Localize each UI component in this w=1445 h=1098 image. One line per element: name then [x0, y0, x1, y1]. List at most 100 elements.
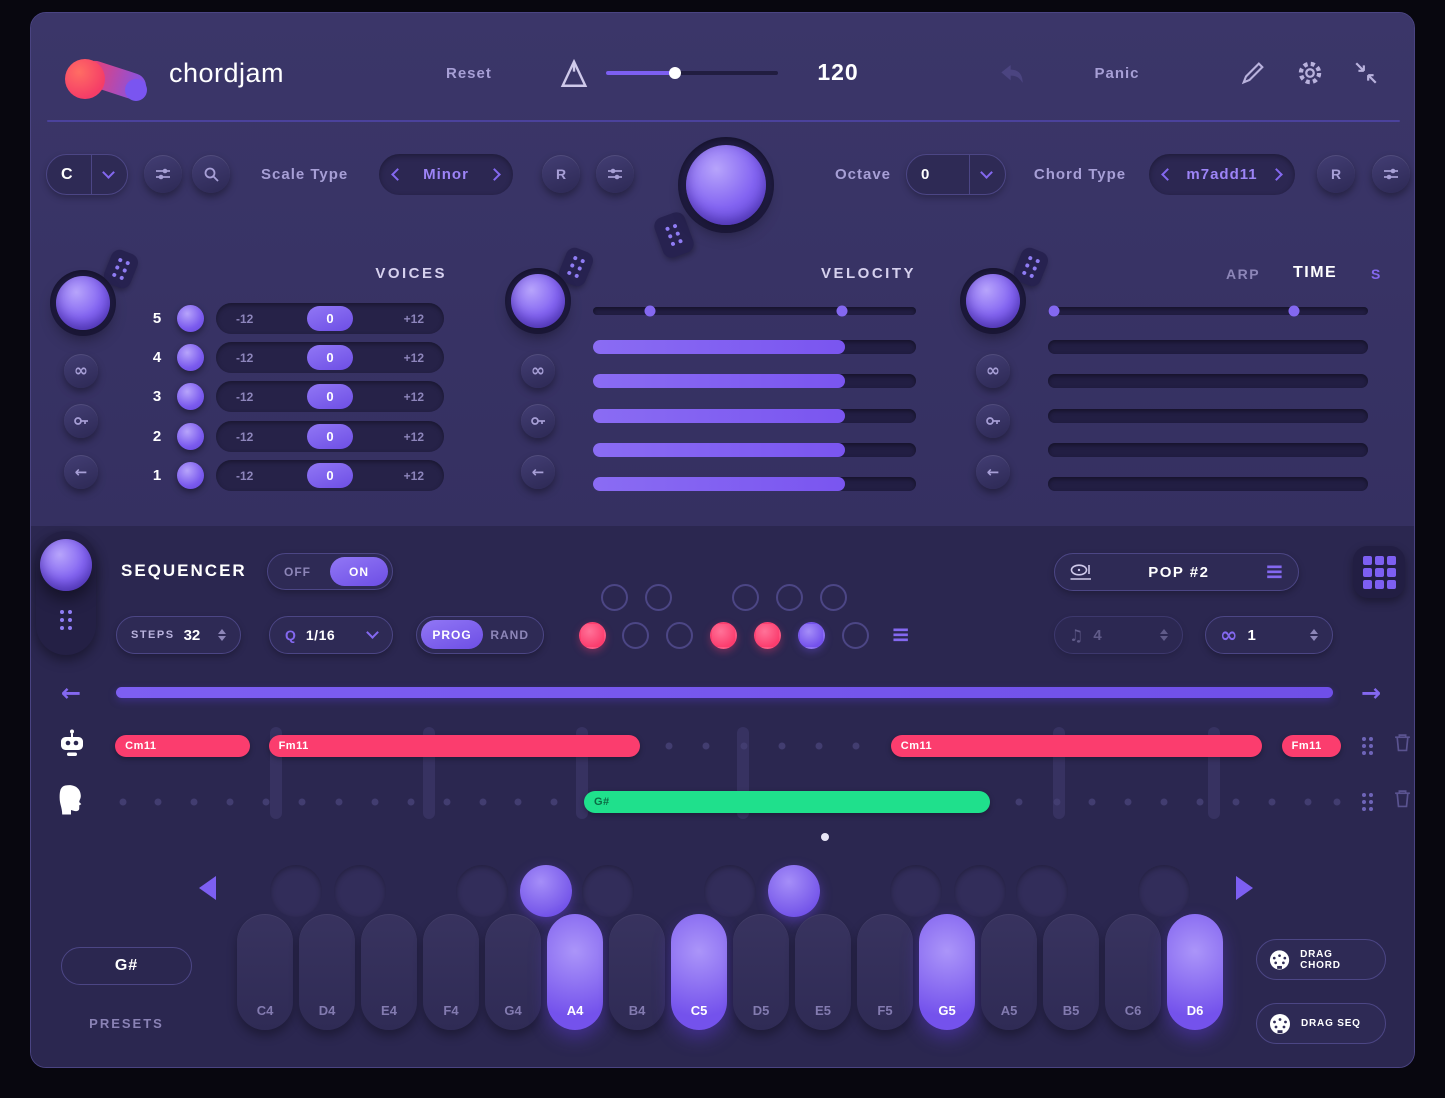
scale-search-button[interactable] — [192, 155, 230, 193]
scale-select[interactable]: Minor — [379, 154, 513, 195]
stepper-icon[interactable] — [1160, 629, 1168, 641]
pattern-step[interactable] — [820, 584, 847, 611]
chevron-left-icon[interactable] — [1161, 168, 1174, 181]
voice-transpose[interactable]: -12 0 +12 — [216, 342, 444, 373]
sequencer-toggle[interactable]: OFF ON — [267, 553, 393, 590]
empty-step-dot[interactable] — [1197, 799, 1204, 806]
piano-key[interactable]: D4 — [299, 914, 355, 1030]
sequencer-knob-ball[interactable] — [40, 539, 92, 591]
sequence-block[interactable]: Cm11 — [891, 735, 1262, 757]
empty-step-dot[interactable] — [1053, 799, 1060, 806]
stepper-icon[interactable] — [1310, 629, 1318, 641]
velocity-reset-icon[interactable]: ← — [521, 455, 555, 489]
arp-bar[interactable] — [1048, 477, 1368, 491]
piano-key[interactable]: F5 — [857, 914, 913, 1030]
black-key-pad[interactable] — [456, 865, 508, 917]
voice-toggle[interactable] — [177, 383, 204, 410]
voices-knob-ball[interactable] — [56, 276, 110, 330]
drag-seq-button[interactable]: DRAG SEQ — [1256, 1003, 1386, 1044]
black-key-pad[interactable] — [768, 865, 820, 917]
tab-time[interactable]: TIME — [1293, 264, 1337, 282]
voices-lock-button[interactable] — [64, 404, 98, 438]
undo-icon[interactable] — [996, 59, 1028, 96]
voice-transpose[interactable]: -12 0 +12 — [216, 381, 444, 412]
chord-random-button[interactable]: R — [1317, 155, 1355, 193]
toggle-off-label[interactable]: OFF — [284, 565, 311, 579]
chord-type-select[interactable]: m7add11 — [1149, 154, 1295, 195]
arp-bar[interactable] — [1048, 409, 1368, 423]
empty-step-dot[interactable] — [515, 799, 522, 806]
sequencer-knob-handle[interactable] — [60, 610, 72, 630]
empty-step-dot[interactable] — [1161, 799, 1168, 806]
black-key-pad[interactable] — [890, 865, 942, 917]
gear-icon[interactable] — [1295, 58, 1325, 93]
scale-settings-button[interactable] — [144, 155, 182, 193]
pattern-step[interactable] — [622, 622, 649, 649]
arp-lock-button[interactable] — [976, 404, 1010, 438]
piano-key[interactable]: A5 — [981, 914, 1037, 1030]
pattern-step[interactable] — [776, 584, 803, 611]
voice-toggle[interactable] — [177, 305, 204, 332]
velocity-bar[interactable] — [593, 477, 916, 491]
empty-step-dot[interactable] — [778, 743, 785, 750]
timeline-right-arrow[interactable]: → — [1361, 679, 1381, 707]
piano-key[interactable]: E5 — [795, 914, 851, 1030]
drag-chord-button[interactable]: DRAG CHORD — [1256, 939, 1386, 980]
preset-select[interactable]: POP #2 ≡ — [1054, 553, 1299, 591]
sequence-block[interactable]: Cm11 — [115, 735, 250, 757]
tab-s[interactable]: S — [1371, 266, 1382, 282]
black-key-pad[interactable] — [704, 865, 756, 917]
tempo-slider-thumb[interactable] — [669, 67, 681, 79]
velocity-bar[interactable] — [593, 409, 916, 423]
empty-step-dot[interactable] — [1232, 799, 1239, 806]
pattern-step[interactable] — [798, 622, 825, 649]
empty-step-dot[interactable] — [191, 799, 198, 806]
velocity-latch-icon[interactable]: ∞ — [521, 354, 555, 388]
black-key-pad[interactable] — [270, 865, 322, 917]
empty-step-dot[interactable] — [119, 799, 126, 806]
black-key-pad[interactable] — [1016, 865, 1068, 917]
empty-step-dot[interactable] — [1089, 799, 1096, 806]
piano-key[interactable]: D6 — [1167, 914, 1223, 1030]
pattern-step[interactable] — [666, 622, 693, 649]
range-dot-low[interactable] — [644, 306, 655, 317]
empty-step-dot[interactable] — [703, 743, 710, 750]
collapse-icon[interactable] — [1353, 60, 1379, 91]
rand-label[interactable]: RAND — [490, 628, 529, 642]
stepper-icon[interactable] — [218, 629, 226, 641]
voices-reset-icon[interactable]: ← — [64, 455, 98, 489]
scale-adjust-button[interactable] — [596, 155, 634, 193]
range-dot-low[interactable] — [1049, 306, 1060, 317]
piano-key[interactable]: E4 — [361, 914, 417, 1030]
presets-label[interactable]: PRESETS — [61, 1016, 192, 1031]
trash-icon[interactable] — [1394, 789, 1411, 813]
note-repeat-stepper[interactable]: ♫ 4 — [1054, 616, 1183, 654]
chord-adjust-button[interactable] — [1372, 155, 1410, 193]
empty-step-dot[interactable] — [371, 799, 378, 806]
arp-bar[interactable] — [1048, 443, 1368, 457]
empty-step-dot[interactable] — [263, 799, 270, 806]
tab-arp[interactable]: ARP — [1226, 266, 1260, 282]
empty-step-dot[interactable] — [740, 743, 747, 750]
pattern-step[interactable] — [601, 584, 628, 611]
bpm-display[interactable]: 120 — [806, 59, 870, 86]
loop-stepper[interactable]: ∞ 1 — [1205, 616, 1333, 654]
grid-view-button[interactable] — [1353, 546, 1405, 598]
piano-key[interactable]: C5 — [671, 914, 727, 1030]
reset-button[interactable]: Reset — [446, 65, 492, 82]
pattern-step[interactable] — [710, 622, 737, 649]
velocity-range-slider[interactable] — [593, 307, 916, 315]
page-indicator[interactable] — [821, 833, 829, 841]
toggle-on-label[interactable]: ON — [330, 557, 388, 586]
black-key-pad[interactable] — [334, 865, 386, 917]
piano-key[interactable]: C4 — [237, 914, 293, 1030]
arp-latch-icon[interactable]: ∞ — [976, 354, 1010, 388]
pattern-step[interactable] — [754, 622, 781, 649]
pattern-step[interactable] — [579, 622, 606, 649]
black-key-pad[interactable] — [520, 865, 572, 917]
prev-octave-button[interactable] — [199, 876, 216, 900]
velocity-lock-button[interactable] — [521, 404, 555, 438]
panic-button[interactable]: Panic — [1077, 65, 1157, 82]
drag-handle-icon[interactable] — [1362, 793, 1373, 811]
piano-key[interactable]: G5 — [919, 914, 975, 1030]
